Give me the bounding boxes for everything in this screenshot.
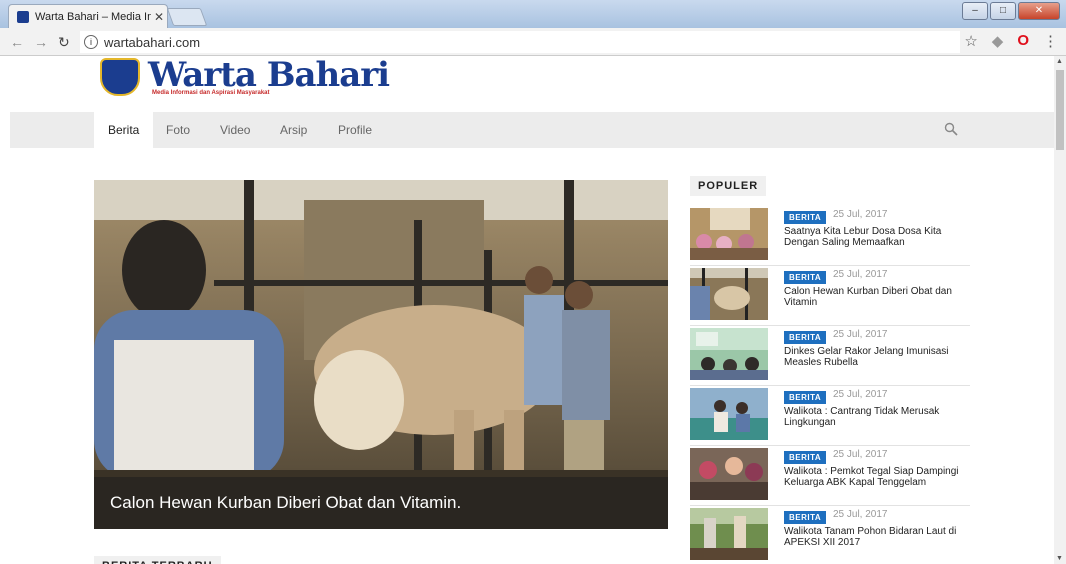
category-badge[interactable]: BERITA (784, 511, 827, 524)
window-controls: – □ ✕ (962, 2, 1060, 20)
post-date: 25 Jul, 2017 (833, 389, 888, 400)
tab-title: Warta Bahari – Media Inf (35, 10, 151, 23)
category-badge[interactable]: BERITA (784, 271, 827, 284)
extension-icon[interactable]: ◆ (992, 32, 1004, 50)
address-bar[interactable]: i wartabahari.com (80, 31, 960, 53)
minimize-button[interactable]: – (962, 2, 988, 20)
site-logo[interactable]: Warta Bahari Media Informasi dan Aspiras… (100, 56, 390, 96)
popular-title[interactable]: Walikota Tanam Pohon Bidaran Laut di APE… (784, 526, 964, 548)
nav-item-berita[interactable]: Berita (94, 112, 154, 148)
post-date: 25 Jul, 2017 (833, 509, 888, 520)
scroll-down-arrow-icon[interactable]: ▼ (1056, 555, 1063, 562)
popular-thumbnail (690, 388, 768, 440)
page-viewport: Warta Bahari Media Informasi dan Aspiras… (0, 56, 1054, 564)
browser-titlebar: Warta Bahari – Media Inf ✕ – □ ✕ (0, 0, 1066, 28)
post-date: 25 Jul, 2017 (833, 449, 888, 460)
popular-item[interactable]: BERITA 25 Jul, 2017 Saatnya Kita Lebur D… (690, 206, 970, 266)
latest-news-label: BERITA TERBARU (94, 556, 221, 564)
post-date: 25 Jul, 2017 (833, 209, 888, 220)
reload-icon[interactable]: ↻ (58, 34, 70, 51)
popular-item[interactable]: BERITA 25 Jul, 2017 Walikota : Pemkot Te… (690, 446, 970, 506)
page-scrollbar[interactable]: ▲ ▼ (1054, 56, 1066, 564)
toolbar-actions: ☆ ◆ O ⋮ (964, 32, 1058, 50)
popular-title[interactable]: Dinkes Gelar Rakor Jelang Imunisasi Meas… (784, 346, 964, 368)
scrollbar-thumb[interactable] (1056, 70, 1064, 150)
popular-thumbnail (690, 268, 768, 320)
opera-extension-icon[interactable]: O (1017, 32, 1029, 50)
menu-kebab-icon[interactable]: ⋮ (1043, 32, 1058, 50)
popular-title[interactable]: Saatnya Kita Lebur Dosa Dosa Kita Dengan… (784, 226, 964, 248)
popular-thumbnail (690, 328, 768, 380)
popular-title[interactable]: Calon Hewan Kurban Diberi Obat dan Vitam… (784, 286, 964, 308)
nav-item-foto[interactable]: Foto (152, 112, 204, 148)
category-badge[interactable]: BERITA (784, 391, 827, 404)
popular-thumbnail (690, 448, 768, 500)
popular-title[interactable]: Walikota : Cantrang Tidak Merusak Lingku… (784, 406, 964, 428)
popular-thumbnail (690, 508, 768, 560)
site-info-icon[interactable]: i (84, 35, 98, 49)
site-name: Warta Bahari (148, 56, 390, 95)
nav-item-arsip[interactable]: Arsip (266, 112, 321, 148)
back-arrow-icon[interactable]: ← (10, 34, 24, 50)
nav-item-profile[interactable]: Profile (324, 112, 386, 148)
logo-emblem-icon (100, 58, 140, 96)
bookmark-star-icon[interactable]: ☆ (964, 32, 977, 50)
popular-item[interactable]: BERITA 25 Jul, 2017 Walikota Tanam Pohon… (690, 506, 970, 564)
popular-item[interactable]: BERITA 25 Jul, 2017 Dinkes Gelar Rakor J… (690, 326, 970, 386)
scroll-up-arrow-icon[interactable]: ▲ (1056, 58, 1063, 65)
post-date: 25 Jul, 2017 (833, 269, 888, 280)
nav-item-video[interactable]: Video (206, 112, 264, 148)
popular-thumbnail (690, 208, 768, 260)
hero-caption[interactable]: Calon Hewan Kurban Diberi Obat dan Vitam… (94, 477, 668, 529)
popular-item[interactable]: BERITA 25 Jul, 2017 Walikota : Cantrang … (690, 386, 970, 446)
popular-item[interactable]: BERITA 25 Jul, 2017 Calon Hewan Kurban D… (690, 266, 970, 326)
new-tab-button[interactable] (166, 8, 208, 26)
window-close-button[interactable]: ✕ (1018, 2, 1060, 20)
site-favicon-icon (17, 10, 29, 23)
category-badge[interactable]: BERITA (784, 211, 827, 224)
main-nav: Berita Foto Video Arsip Profile (10, 112, 1054, 148)
maximize-button[interactable]: □ (990, 2, 1016, 20)
browser-tab[interactable]: Warta Bahari – Media Inf ✕ (8, 4, 168, 28)
browser-toolbar: ← → ↻ i wartabahari.com ☆ ◆ O ⋮ (0, 28, 1066, 56)
popular-label: POPULER (690, 176, 767, 196)
tab-close-icon[interactable]: ✕ (151, 10, 167, 24)
category-badge[interactable]: BERITA (784, 451, 827, 464)
hero-featured-story[interactable]: Calon Hewan Kurban Diberi Obat dan Vitam… (94, 180, 668, 529)
forward-arrow-icon[interactable]: → (34, 34, 48, 50)
url-text: wartabahari.com (104, 34, 201, 50)
category-badge[interactable]: BERITA (784, 331, 827, 344)
search-icon[interactable] (944, 122, 958, 136)
post-date: 25 Jul, 2017 (833, 329, 888, 340)
popular-title[interactable]: Walikota : Pemkot Tegal Siap Dampingi Ke… (784, 466, 964, 488)
